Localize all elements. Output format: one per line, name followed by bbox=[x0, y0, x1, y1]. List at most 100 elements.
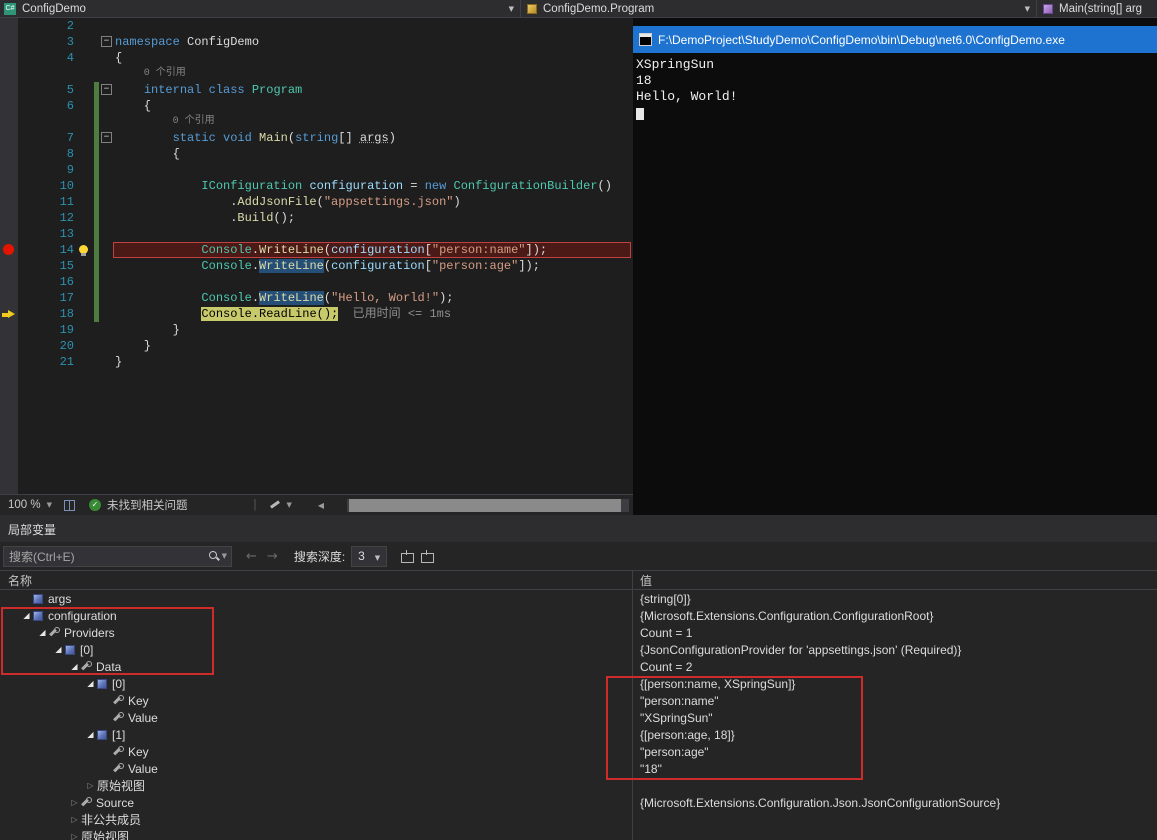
code-cleanup-icon[interactable] bbox=[269, 499, 281, 511]
expander-expanded-icon[interactable]: ◢ bbox=[52, 645, 65, 654]
code-line[interactable]: 10 IConfiguration configuration = new Co… bbox=[0, 178, 633, 194]
search-depth-select[interactable]: 3 ▼ bbox=[351, 546, 387, 567]
code-line[interactable]: 13 bbox=[0, 226, 633, 242]
locals-row[interactable]: ▷非公共成员 bbox=[0, 811, 1157, 828]
code-line[interactable]: 11 .AddJsonFile("appsettings.json") bbox=[0, 194, 633, 210]
expander-expanded-icon[interactable]: ◢ bbox=[84, 730, 97, 739]
expander-collapsed-icon[interactable]: ▷ bbox=[68, 798, 81, 807]
locals-value-cell[interactable]: {[person:name, XSpringSun]} bbox=[633, 675, 1157, 692]
expander-expanded-icon[interactable]: ◢ bbox=[84, 679, 97, 688]
expander-expanded-icon[interactable]: ◢ bbox=[20, 611, 33, 620]
code-line[interactable]: 6 { bbox=[0, 98, 633, 114]
expander-expanded-icon[interactable]: ◢ bbox=[36, 628, 49, 637]
locals-row[interactable]: ◢DataCount = 2 bbox=[0, 658, 1157, 675]
lightbulb-icon[interactable] bbox=[79, 245, 88, 254]
column-header-name[interactable]: 名称 bbox=[0, 571, 633, 589]
locals-value-cell[interactable]: {[person:age, 18]} bbox=[633, 726, 1157, 743]
code-line[interactable]: 14 Console.WriteLine(configuration["pers… bbox=[0, 242, 633, 258]
split-view-icon[interactable] bbox=[64, 500, 75, 511]
code-line[interactable]: 20 } bbox=[0, 338, 633, 354]
code-line[interactable]: 0 个引用 bbox=[0, 114, 633, 130]
locals-row[interactable]: ▷原始视图 bbox=[0, 777, 1157, 794]
locals-row[interactable]: ▷原始视图 bbox=[0, 828, 1157, 840]
project-dropdown[interactable]: ConfigDemo ▼ bbox=[0, 0, 520, 17]
code-line[interactable]: 2 bbox=[0, 18, 633, 34]
locals-value-cell[interactable]: Count = 2 bbox=[633, 658, 1157, 675]
search-input[interactable]: 搜索(Ctrl+E) ▼ bbox=[3, 546, 232, 567]
locals-row[interactable]: ▷Source{Microsoft.Extensions.Configurati… bbox=[0, 794, 1157, 811]
fold-toggle-icon[interactable]: − bbox=[101, 132, 112, 143]
code-line[interactable]: 19 } bbox=[0, 322, 633, 338]
line-number: 12 bbox=[18, 210, 74, 226]
code-line[interactable]: 9 bbox=[0, 162, 633, 178]
chevron-down-icon[interactable]: ▼ bbox=[47, 501, 52, 509]
pin-values-icon[interactable] bbox=[401, 550, 413, 563]
forward-arrow-icon[interactable]: → bbox=[267, 549, 278, 564]
fold-toggle-icon[interactable]: − bbox=[101, 84, 112, 95]
search-icon[interactable] bbox=[208, 550, 220, 562]
chevron-down-icon[interactable]: ▼ bbox=[222, 552, 227, 560]
code-line[interactable]: 15 Console.WriteLine(configuration["pers… bbox=[0, 258, 633, 274]
code-line[interactable]: 12 .Build(); bbox=[0, 210, 633, 226]
locals-row[interactable]: Key"person:name" bbox=[0, 692, 1157, 709]
locals-value-cell[interactable]: {string[0]} bbox=[633, 590, 1157, 607]
locals-row[interactable]: ◢[1]{[person:age, 18]} bbox=[0, 726, 1157, 743]
expander-expanded-icon[interactable]: ◢ bbox=[68, 662, 81, 671]
breakpoint-icon[interactable] bbox=[3, 244, 14, 255]
scrollbar-thumb[interactable] bbox=[349, 499, 621, 512]
expander-collapsed-icon[interactable]: ▷ bbox=[68, 832, 81, 840]
code-line[interactable]: 21} bbox=[0, 354, 633, 370]
expander-collapsed-icon[interactable]: ▷ bbox=[84, 781, 97, 790]
locals-value-cell[interactable] bbox=[633, 777, 1157, 794]
horizontal-scrollbar[interactable] bbox=[347, 499, 629, 512]
code-line[interactable]: 3−namespace ConfigDemo bbox=[0, 34, 633, 50]
fold-toggle-icon[interactable]: − bbox=[101, 36, 112, 47]
console-title-bar[interactable]: F:\DemoProject\StudyDemo\ConfigDemo\bin\… bbox=[633, 26, 1157, 53]
codelens-references[interactable]: 0 个引用 bbox=[173, 114, 215, 130]
locals-value-cell[interactable]: Count = 1 bbox=[633, 624, 1157, 641]
pin-to-source-icon[interactable] bbox=[421, 550, 433, 563]
locals-value-cell[interactable]: {Microsoft.Extensions.Configuration.Json… bbox=[633, 794, 1157, 811]
locals-value-cell[interactable]: {JsonConfigurationProvider for 'appsetti… bbox=[633, 641, 1157, 658]
locals-value-cell[interactable]: "person:age" bbox=[633, 743, 1157, 760]
type-dropdown[interactable]: ConfigDemo.Program ▼ bbox=[521, 0, 1036, 17]
locals-row[interactable]: ◢ProvidersCount = 1 bbox=[0, 624, 1157, 641]
locals-value-cell[interactable]: "XSpringSun" bbox=[633, 709, 1157, 726]
zoom-level[interactable]: 100 % bbox=[8, 499, 41, 511]
expander-collapsed-icon[interactable]: ▷ bbox=[68, 815, 81, 824]
locals-name-cell: ▷原始视图 bbox=[0, 828, 633, 840]
locals-row[interactable]: ◢[0]{JsonConfigurationProvider for 'apps… bbox=[0, 641, 1157, 658]
locals-value-cell[interactable]: {Microsoft.Extensions.Configuration.Conf… bbox=[633, 607, 1157, 624]
back-arrow-icon[interactable]: ← bbox=[246, 549, 257, 564]
locals-value-cell[interactable] bbox=[633, 828, 1157, 840]
locals-value-cell[interactable]: "18" bbox=[633, 760, 1157, 777]
code-line[interactable]: 18 Console.ReadLine(); 已用时间 <= 1ms bbox=[0, 306, 633, 322]
locals-row[interactable]: ◢[0]{[person:name, XSpringSun]} bbox=[0, 675, 1157, 692]
chevron-down-icon[interactable]: ▼ bbox=[509, 5, 514, 13]
chevron-down-icon[interactable]: ▼ bbox=[287, 501, 292, 509]
locals-value-cell[interactable]: "person:name" bbox=[633, 692, 1157, 709]
line-number: 17 bbox=[18, 290, 74, 306]
code-editor[interactable]: 23−namespace ConfigDemo4{0 个引用5− interna… bbox=[0, 18, 633, 494]
health-check-icon[interactable] bbox=[89, 499, 101, 511]
health-status-text[interactable]: 未找到相关问题 bbox=[107, 497, 188, 513]
locals-grid-header: 名称 值 bbox=[0, 570, 1157, 590]
code-line[interactable]: 16 bbox=[0, 274, 633, 290]
code-line[interactable]: 4{ bbox=[0, 50, 633, 66]
column-header-value[interactable]: 值 bbox=[633, 571, 1157, 589]
scroll-left-icon[interactable]: ◀ bbox=[318, 501, 324, 510]
code-line[interactable]: 0 个引用 bbox=[0, 66, 633, 82]
locals-row[interactable]: Value"XSpringSun" bbox=[0, 709, 1157, 726]
code-line[interactable]: 8 { bbox=[0, 146, 633, 162]
codelens-references[interactable]: 0 个引用 bbox=[144, 66, 186, 82]
locals-row[interactable]: ◢configuration{Microsoft.Extensions.Conf… bbox=[0, 607, 1157, 624]
chevron-down-icon[interactable]: ▼ bbox=[1025, 5, 1030, 13]
code-line[interactable]: 5− internal class Program bbox=[0, 82, 633, 98]
code-line[interactable]: 7− static void Main(string[] args) bbox=[0, 130, 633, 146]
code-line[interactable]: 17 Console.WriteLine("Hello, World!"); bbox=[0, 290, 633, 306]
locals-value-cell[interactable] bbox=[633, 811, 1157, 828]
locals-row[interactable]: Value"18" bbox=[0, 760, 1157, 777]
member-dropdown[interactable]: Main(string[] arg bbox=[1037, 0, 1157, 17]
locals-row[interactable]: args{string[0]} bbox=[0, 590, 1157, 607]
locals-row[interactable]: Key"person:age" bbox=[0, 743, 1157, 760]
